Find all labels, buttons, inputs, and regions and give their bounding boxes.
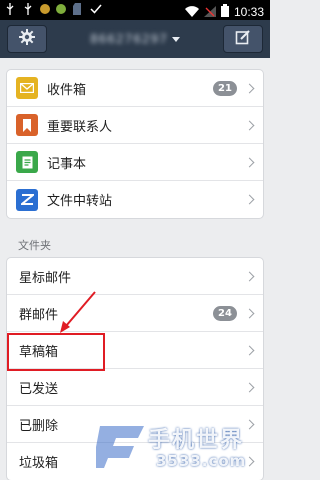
battery-icon xyxy=(220,2,229,21)
item-label: 重要联系人 xyxy=(47,119,113,135)
item-label: 群邮件 xyxy=(19,307,59,323)
unread-badge: 24 xyxy=(213,305,237,321)
chevron-right-icon xyxy=(244,83,255,93)
list-item-sent[interactable]: 已发送 xyxy=(7,369,263,406)
top-bar: 866276297 xyxy=(0,20,270,58)
item-label: 已删除 xyxy=(19,418,59,434)
chevron-right-icon xyxy=(244,194,255,205)
item-label: 收件箱 xyxy=(47,82,87,98)
chevron-right-icon xyxy=(244,157,255,167)
wifi-icon xyxy=(184,2,199,21)
bookmark-icon xyxy=(16,114,38,136)
compose-icon xyxy=(235,29,251,49)
watermark-subtitle: 3533.com xyxy=(156,452,247,470)
list-item-group-mail[interactable]: 群邮件 24 xyxy=(7,295,263,332)
chevron-right-icon xyxy=(244,120,255,130)
annotation-highlight xyxy=(7,333,105,371)
app-notification-icon xyxy=(40,4,50,14)
watermark-title: 手机世界 xyxy=(148,428,245,453)
list-item-notes[interactable]: 记事本 xyxy=(7,144,263,181)
mailbox-list: 收件箱 21 重要联系人 记事本 文件中转站 xyxy=(6,69,264,219)
no-signal-icon xyxy=(203,2,216,21)
chevron-right-icon xyxy=(244,382,255,392)
list-item-starred[interactable]: 星标邮件 xyxy=(7,258,263,295)
list-item-inbox[interactable]: 收件箱 21 xyxy=(7,70,263,107)
clock: 10:33 xyxy=(233,4,264,19)
chevron-right-icon xyxy=(244,271,255,281)
sdcard-icon xyxy=(72,3,84,15)
compose-button[interactable] xyxy=(223,25,263,53)
status-bar: 10:33 xyxy=(0,0,270,20)
account-switcher[interactable]: 866276297 xyxy=(70,29,200,49)
transfer-icon xyxy=(16,188,38,211)
item-label: 文件中转站 xyxy=(47,194,113,209)
usb-icon xyxy=(22,3,34,15)
chevron-right-icon xyxy=(244,345,255,355)
chevron-right-icon xyxy=(244,308,255,318)
unread-badge: 21 xyxy=(213,80,237,96)
chevron-down-icon xyxy=(171,36,180,42)
inbox-icon xyxy=(16,77,38,99)
app-notification-icon xyxy=(56,4,66,14)
usb-icon xyxy=(4,3,16,15)
notes-icon xyxy=(16,151,38,173)
gear-icon xyxy=(19,29,35,49)
item-label: 星标邮件 xyxy=(19,270,72,286)
watermark-logo: 手机世界 3533.com xyxy=(96,418,266,476)
list-item-important-contacts[interactable]: 重要联系人 xyxy=(7,107,263,144)
settings-button[interactable] xyxy=(7,25,47,53)
item-label: 垃圾箱 xyxy=(19,456,59,471)
item-label: 记事本 xyxy=(47,156,87,172)
account-email: 866276297 xyxy=(90,32,168,46)
check-icon xyxy=(90,3,102,15)
folders-section-title: 文件夹 xyxy=(18,239,51,252)
item-label: 已发送 xyxy=(19,381,59,397)
list-item-file-transfer[interactable]: 文件中转站 xyxy=(7,181,263,218)
